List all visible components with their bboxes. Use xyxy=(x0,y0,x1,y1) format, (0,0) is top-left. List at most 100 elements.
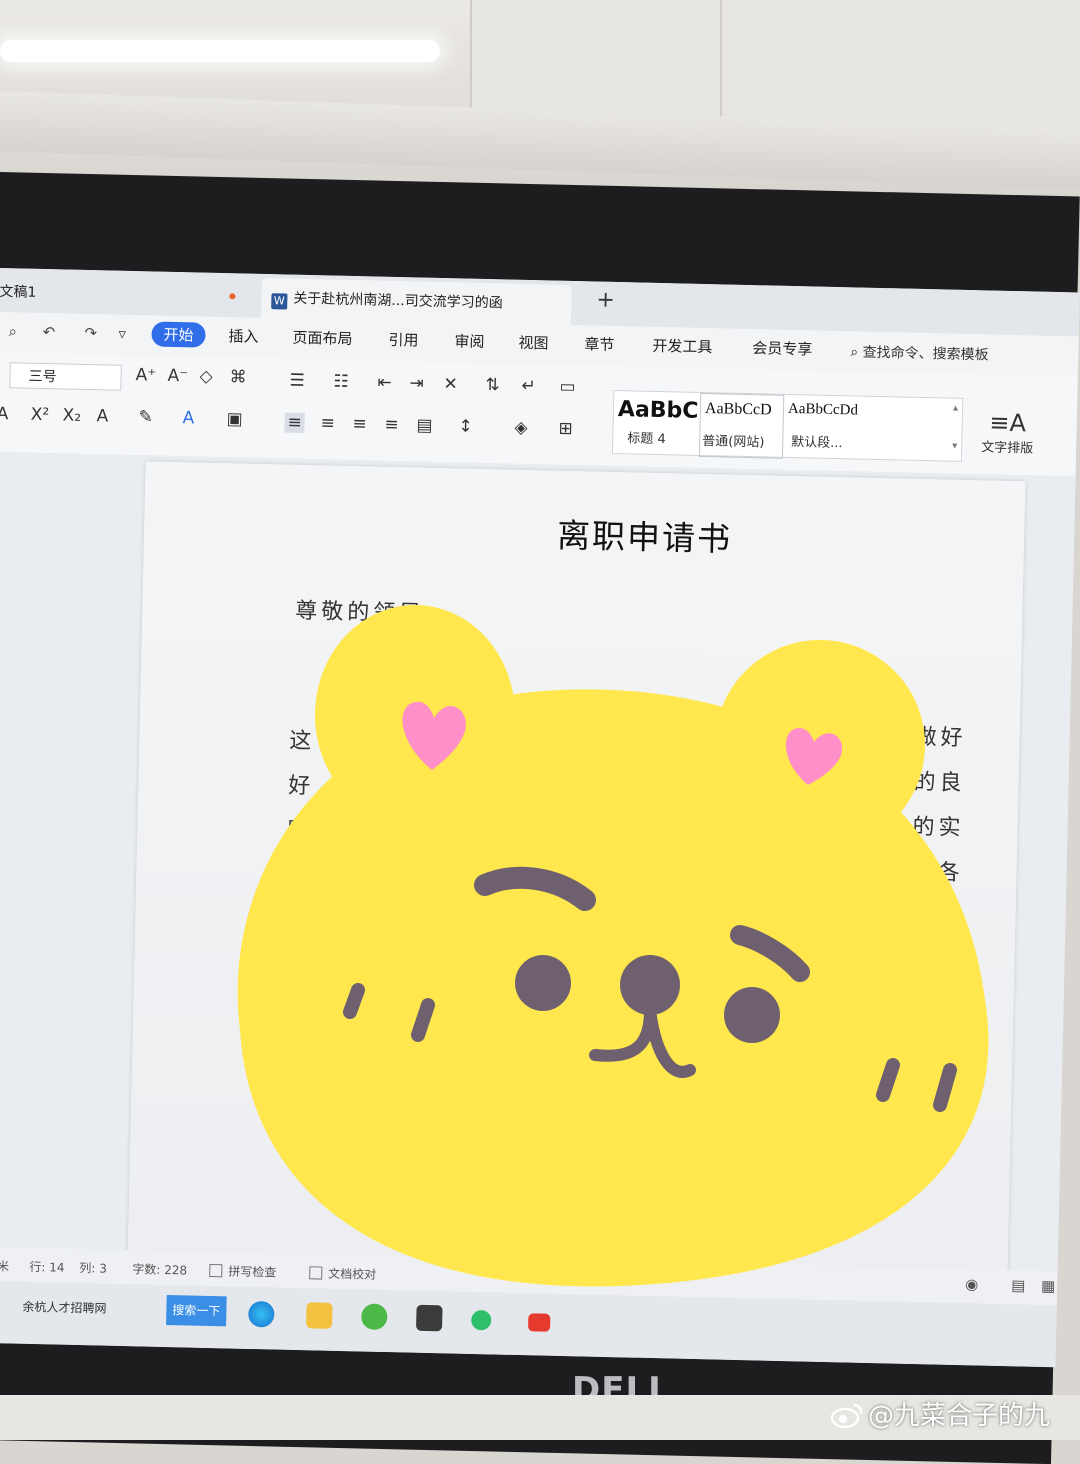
watermark-text: @九菜合子的九 xyxy=(868,1401,1051,1431)
proofread-toggle[interactable]: 文档校对 xyxy=(309,1264,376,1283)
ruler-icon[interactable]: ▭ xyxy=(559,377,576,397)
monitor-screen: 文稿1 W 关于赴杭州南湖...司交流学习的函 + ⌕ ↶ ↷ ▿ 开始 插入 页… xyxy=(0,268,1080,1368)
undo-icon[interactable]: ↶ xyxy=(42,323,55,341)
customize-chevron-down-icon[interactable]: ▿ xyxy=(118,325,126,343)
file-explorer-icon[interactable] xyxy=(306,1302,333,1329)
body-line-end: 的良 xyxy=(913,769,966,797)
borders-icon[interactable]: ⊞ xyxy=(558,419,573,439)
taskbar-search-button[interactable]: 搜索一下 xyxy=(166,1295,227,1327)
body-line-start: 好 xyxy=(288,773,315,800)
align-right-icon[interactable]: ≡ xyxy=(352,414,367,434)
word-doc-icon: W xyxy=(271,293,288,310)
body-line-start: 任 xyxy=(285,863,313,890)
line-spacing-icon[interactable]: ↕ xyxy=(458,416,473,436)
superscript-icon[interactable]: X² xyxy=(30,405,49,425)
increase-indent-icon[interactable]: ⇥ xyxy=(409,373,424,393)
sort-icon[interactable]: ⇅ xyxy=(485,375,500,395)
menu-home[interactable]: 开始 xyxy=(151,321,206,348)
menu-page-layout[interactable]: 页面布局 xyxy=(292,327,352,349)
style-sample: AaBbC xyxy=(617,397,699,424)
ceiling-light xyxy=(0,40,440,62)
style-name: 默认段... xyxy=(791,434,843,452)
document-title: 离职申请书 xyxy=(556,515,733,559)
status-column: 列: 3 xyxy=(79,1261,107,1276)
char-border-icon[interactable]: ▣ xyxy=(226,409,243,429)
print-preview-icon[interactable]: ⌕ xyxy=(8,322,17,340)
numbered-list-icon[interactable]: ☷ xyxy=(333,372,349,392)
text-layout-label: 文字排版 xyxy=(981,440,1034,457)
browser-app-icon[interactable] xyxy=(361,1303,388,1331)
style-sample: AaBbCcDd xyxy=(787,400,859,419)
body-line-end: 谢各 xyxy=(911,859,964,887)
decrease-indent-icon[interactable]: ⇤ xyxy=(377,373,392,393)
new-tab-button[interactable]: + xyxy=(596,288,615,313)
style-name: 普通(网站) xyxy=(702,433,765,451)
shrink-font-icon[interactable]: A⁻ xyxy=(167,366,188,386)
chinese-layout-icon[interactable]: ✕ xyxy=(443,374,458,394)
menu-view[interactable]: 视图 xyxy=(518,332,548,354)
weibo-watermark: @九菜合子的九 xyxy=(830,1395,1050,1432)
body-line-start: 践 xyxy=(287,818,314,845)
wechat-icon[interactable] xyxy=(471,1309,492,1331)
status-unit: 7厘米 xyxy=(0,1258,10,1274)
style-sample: AaBbCcD xyxy=(704,400,772,419)
command-search-placeholder: 查找命令、搜索模板 xyxy=(862,344,989,364)
document-salutation: 尊敬的领导: xyxy=(295,598,437,627)
phonetic-guide-icon[interactable]: ⌘ xyxy=(229,367,246,387)
text-layout-icon: ≡A xyxy=(989,408,1027,438)
eye-protection-icon[interactable]: ◉ xyxy=(965,1275,978,1293)
styles-scroll-up-icon[interactable]: ▴ xyxy=(953,403,958,414)
search-icon: ⌕ xyxy=(850,344,859,361)
align-left-icon[interactable]: ≡ xyxy=(284,412,306,433)
subscript-icon[interactable]: X₂ xyxy=(62,405,81,425)
clear-format-icon[interactable]: ◇ xyxy=(199,367,213,387)
text-layout-button[interactable]: ≡A 文字排版 xyxy=(981,408,1034,456)
style-normal-web[interactable]: AaBbCcD 普通(网站) xyxy=(698,392,785,459)
tab-label: 文稿1 xyxy=(0,283,37,301)
body-line-start: 这 xyxy=(289,728,316,755)
text-effect-icon[interactable]: A xyxy=(0,404,9,424)
taskbar-browser-link[interactable]: 余杭人才招聘网 xyxy=(22,1298,106,1317)
proofread-label: 文档校对 xyxy=(328,1266,377,1282)
store-icon[interactable] xyxy=(415,1304,443,1332)
style-name: 标题 4 xyxy=(627,431,666,448)
align-center-icon[interactable]: ≡ xyxy=(320,413,335,433)
justify-icon[interactable]: ≡ xyxy=(384,415,399,435)
document-page[interactable]: 离职申请书 尊敬的领导: 这 好 践 任 做好 的良 的实 谢各 xyxy=(127,461,1026,1282)
body-line-end: 做好 xyxy=(914,724,967,752)
menu-chapter[interactable]: 章节 xyxy=(584,333,614,355)
tab-label: 关于赴杭州南湖...司交流学习的函 xyxy=(293,290,503,312)
edge-browser-icon[interactable] xyxy=(248,1300,275,1328)
tab-document-1[interactable]: 文稿1 xyxy=(0,272,245,318)
spell-check-label: 拼写检查 xyxy=(228,1264,277,1280)
menu-member[interactable]: 会员专享 xyxy=(752,337,812,359)
style-heading-4[interactable]: AaBbC 标题 4 xyxy=(613,391,700,455)
menu-insert[interactable]: 插入 xyxy=(228,325,258,347)
redo-icon[interactable]: ↷ xyxy=(84,324,97,342)
spell-check-toggle[interactable]: 拼写检查 xyxy=(209,1262,276,1281)
body-line-end: 的实 xyxy=(912,814,965,842)
font-color-icon[interactable]: A xyxy=(182,408,194,428)
text-style-icon[interactable]: A xyxy=(96,406,108,426)
command-search[interactable]: ⌕ 查找命令、搜索模板 xyxy=(850,341,989,364)
styles-expand-icon[interactable]: ▾ xyxy=(952,441,957,452)
menu-review[interactable]: 审阅 xyxy=(454,330,484,352)
bullet-list-icon[interactable]: ☰ xyxy=(289,371,305,391)
distribute-icon[interactable]: ▤ xyxy=(416,415,433,435)
menu-references[interactable]: 引用 xyxy=(388,329,418,351)
tab-active-document[interactable]: W 关于赴杭州南湖...司交流学习的函 xyxy=(260,277,572,325)
menu-developer[interactable]: 开发工具 xyxy=(652,335,712,357)
grow-font-icon[interactable]: A⁺ xyxy=(135,365,156,385)
document-canvas: 离职申请书 尊敬的领导: 这 好 践 任 做好 的良 的实 谢各 xyxy=(0,451,1076,1282)
page-view-icon[interactable]: ▤ xyxy=(1011,1276,1026,1294)
style-default-paragraph[interactable]: AaBbCcDd 默认段... xyxy=(783,395,944,461)
highlight-icon[interactable]: ✎ xyxy=(138,407,153,427)
status-word-count[interactable]: 字数: 228 xyxy=(132,1260,187,1278)
font-size-select[interactable]: 三号 xyxy=(9,362,122,391)
checkbox-icon xyxy=(209,1264,223,1278)
styles-gallery: AaBbC 标题 4 AaBbCcD 普通(网站) AaBbCcDd 默认段..… xyxy=(611,389,964,462)
shading-icon[interactable]: ◈ xyxy=(514,418,528,438)
wps-icon[interactable] xyxy=(528,1313,551,1332)
outline-view-icon[interactable]: ▦ xyxy=(1041,1277,1056,1295)
show-marks-icon[interactable]: ↵ xyxy=(521,376,536,396)
